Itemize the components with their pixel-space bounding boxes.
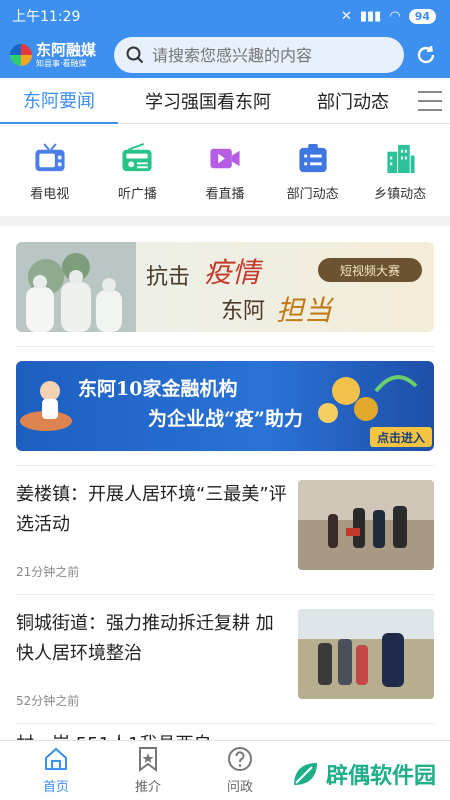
separator: [16, 465, 434, 466]
banner-finance-support-art: 东阿10家金融机构 为企业战“疫”助力 点击进入: [20, 375, 432, 447]
quick-label: 乡镇动态: [374, 187, 427, 202]
nav-recommend[interactable]: 推介: [102, 746, 194, 795]
banner1-text-b: 疫情: [204, 256, 264, 289]
bookmark-star-icon: [139, 747, 157, 772]
channel-tabs: 东阿要闻 学习强国看东阿 部门动态: [0, 78, 450, 124]
app-header: 东阿融媒 知县事·看融媒: [0, 32, 450, 78]
leaf-logo-icon: [293, 763, 317, 785]
menu-icon[interactable]: [418, 91, 442, 111]
quick-nav: 看电视 听广播 看直播 部门动态 乡镇动态: [0, 124, 450, 216]
watermark-text: 辟偶软件园: [325, 764, 436, 789]
search-bar[interactable]: [114, 37, 404, 73]
signal-icon: ▮▮▮: [359, 8, 382, 24]
section-divider: [0, 216, 450, 226]
quick-label: 听广播: [117, 187, 157, 202]
separator: [16, 346, 434, 347]
banner1-text-a: 抗击: [146, 265, 190, 290]
banner1-text-d: 担当: [276, 294, 335, 327]
list-item[interactable]: 姜楼镇：开展人居环境“三最美”评选活动 21分钟之前: [0, 480, 450, 580]
search-icon: [126, 46, 144, 64]
separator: [16, 723, 434, 724]
mute-alarm-icon: ✕: [340, 8, 352, 24]
live-video-icon: [210, 148, 240, 169]
tab-department-news[interactable]: 部门动态: [298, 78, 408, 124]
wifi-icon: ◠: [389, 8, 401, 24]
refresh-icon: [417, 45, 435, 64]
quick-item-town[interactable]: 乡镇动态: [360, 142, 440, 202]
quick-label: 看电视: [30, 187, 70, 202]
news-thumbnail: [298, 480, 434, 570]
quick-item-live[interactable]: 看直播: [185, 142, 265, 202]
news-title: 铜城街道：强力推动拆迁复耕 加快人居环境整治: [16, 613, 274, 664]
banner2-button[interactable]: 点击进入: [377, 430, 425, 445]
tab-donga-news[interactable]: 东阿要闻: [0, 78, 118, 124]
banner1-text-c: 东阿: [221, 299, 265, 324]
department-list-icon: [298, 143, 327, 173]
banner2-line2: 为企业战“疫”助力: [148, 407, 303, 430]
nav-ask-government[interactable]: 问政: [194, 746, 286, 795]
watermark: 辟偶软件园: [290, 758, 436, 790]
news-time: 52分钟之前: [16, 694, 80, 708]
tv-icon: [35, 143, 65, 172]
quick-item-department[interactable]: 部门动态: [273, 142, 353, 202]
banner2-line1: 东阿10家金融机构: [78, 377, 237, 400]
battery-indicator: 94: [408, 8, 436, 24]
home-icon: [45, 747, 67, 770]
radio-icon: [122, 143, 152, 172]
nav-label: 首页: [42, 780, 69, 795]
app-logo: 东阿融媒 知县事·看融媒: [10, 40, 106, 68]
banner-finance-support[interactable]: 东阿10家金融机构 为企业战“疫”助力 点击进入: [16, 361, 434, 451]
status-icons: ✕ ▮▮▮ ◠ 94: [340, 8, 436, 24]
question-icon: [228, 747, 252, 771]
status-time: 上午11:29: [12, 9, 81, 25]
logo-title: 东阿融媒: [36, 40, 97, 59]
top-bar: 上午11:29 ✕ ▮▮▮ ◠ 94 东阿融媒 知县事·看融媒: [0, 0, 450, 78]
quick-label: 看直播: [205, 187, 245, 202]
status-bar: 上午11:29 ✕ ▮▮▮ ◠ 94: [0, 0, 450, 32]
quick-item-radio[interactable]: 听广播: [97, 142, 177, 202]
quick-item-tv[interactable]: 看电视: [10, 142, 90, 202]
news-thumbnail: [298, 609, 434, 699]
quick-label: 部门动态: [286, 187, 339, 202]
tab-study-strong-nation[interactable]: 学习强国看东阿: [118, 78, 298, 124]
logo-subtitle: 知县事·看融媒: [36, 58, 87, 68]
list-item[interactable]: 铜城街道：强力推动拆迁复耕 加快人居环境整治 52分钟之前: [0, 609, 450, 709]
nav-label: 推介: [134, 780, 161, 795]
nav-label: 问政: [226, 780, 253, 795]
news-time: 21分钟之前: [16, 565, 80, 579]
nav-home[interactable]: 首页: [10, 746, 102, 795]
banner-fight-epidemic[interactable]: 抗击 疫情 东阿 担当 短视频大赛: [16, 242, 434, 332]
search-input[interactable]: [152, 45, 372, 65]
town-building-icon: [387, 144, 415, 174]
refresh-button[interactable]: [412, 41, 440, 69]
banner1-tag: 短视频大赛: [340, 263, 400, 278]
separator: [16, 594, 434, 595]
banner-fight-epidemic-art: 抗击 疫情 东阿 担当 短视频大赛: [16, 242, 422, 332]
news-title: 姜楼镇：开展人居环境“三最美”评选活动: [16, 484, 287, 535]
logo-mark-icon: [10, 44, 32, 66]
